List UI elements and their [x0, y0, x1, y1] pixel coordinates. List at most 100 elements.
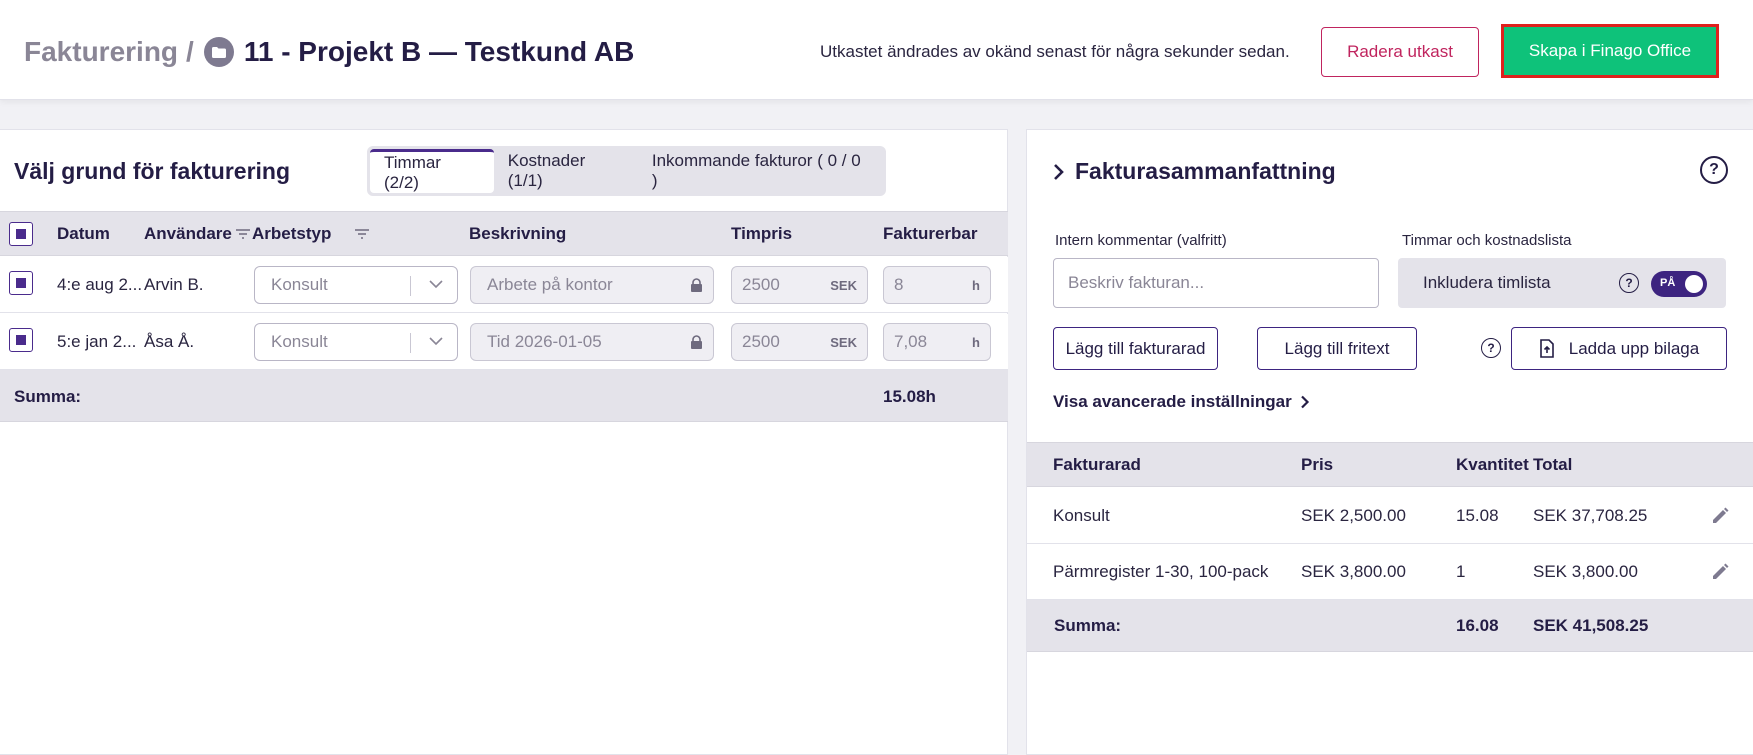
column-description[interactable]: Beskrivning — [469, 224, 566, 244]
column-invoice-row: Fakturarad — [1053, 455, 1141, 474]
column-total: Total — [1533, 455, 1573, 474]
breadcrumb-separator: / — [186, 36, 194, 67]
column-rate[interactable]: Timpris — [731, 224, 792, 244]
invoice-row-total: SEK 37,708.25 — [1533, 506, 1648, 525]
invoice-row-price: SEK 2,500.00 — [1301, 506, 1406, 525]
invoice-summary-header[interactable]: Fakturasammanfattning — [1053, 158, 1336, 185]
row-checkbox[interactable] — [9, 271, 33, 295]
create-in-finago-button[interactable]: Skapa i Finago Office — [1504, 27, 1716, 75]
invoice-row-price: SEK 3,800.00 — [1301, 562, 1406, 581]
include-timesheet-box: Inkludera timlista ? PÅ — [1398, 258, 1726, 308]
invoice-row-qty: 15.08 — [1456, 506, 1499, 525]
column-price: Pris — [1301, 455, 1334, 474]
help-icon[interactable]: ? — [1700, 156, 1728, 184]
list-label: Timmar och kostnadslista — [1402, 232, 1572, 249]
tab-costs[interactable]: Kostnader (1/1) — [494, 149, 638, 193]
upload-attachment-label: Ladda upp bilaga — [1568, 338, 1700, 358]
toggle-text: PÅ — [1660, 277, 1676, 289]
invoice-row-total: SEK 3,800.00 — [1533, 562, 1638, 581]
hours-sum-row: Summa: 15.08h — [0, 370, 1008, 422]
worktype-value: Konsult — [271, 275, 328, 294]
invoice-sum-qty: 16.08 — [1456, 616, 1499, 635]
filter-icon[interactable] — [354, 228, 370, 240]
row-date: 5:e jan 2... — [57, 332, 137, 351]
column-quantity: Kvantitet — [1456, 455, 1529, 474]
filter-icon[interactable] — [235, 228, 251, 240]
table-row: 5:e jan 2... Åsa Å. Konsult Tid 2026-01-… — [0, 314, 1008, 370]
billing-basis-title: Välj grund för fakturering — [14, 158, 291, 184]
row-checkbox[interactable] — [9, 328, 33, 352]
add-invoice-row-button[interactable]: Lägg till fakturarad — [1053, 327, 1218, 370]
billable-value: 8 — [894, 275, 904, 294]
sum-label: Summa: — [14, 387, 82, 406]
description-field[interactable]: Tid 2026-01-05 — [470, 323, 714, 361]
page-title: 11 - Projekt B — Testkund AB — [243, 36, 635, 67]
billable-field[interactable]: 7,08 h — [883, 323, 991, 361]
chevron-down-icon — [429, 337, 443, 346]
select-all-checkbox[interactable] — [9, 222, 33, 246]
invoice-sum-label: Summa: — [1054, 616, 1122, 635]
lock-icon — [691, 278, 702, 292]
description-value: Arbete på kontor — [487, 275, 613, 294]
sum-hours: 15.08h — [883, 387, 936, 406]
create-button-highlight: Skapa i Finago Office — [1501, 24, 1719, 78]
advanced-settings-link[interactable]: Visa avancerade inställningar — [1053, 392, 1310, 412]
invoice-sum-total: SEK 41,508.25 — [1533, 616, 1649, 635]
rate-field[interactable]: 2500 SEK — [731, 323, 868, 361]
comment-placeholder: Beskriv fakturan... — [1068, 273, 1205, 292]
invoice-row-name: Pärmregister 1-30, 100-pack — [1053, 562, 1269, 581]
toggle-knob — [1685, 275, 1703, 293]
row-date: 4:e aug 2... — [57, 275, 143, 294]
description-field[interactable]: Arbete på kontor — [470, 266, 714, 304]
column-worktype[interactable]: Arbetstyp — [252, 224, 331, 244]
help-icon[interactable]: ? — [1619, 273, 1639, 293]
worktype-value: Konsult — [271, 332, 328, 351]
tab-incoming-invoices[interactable]: Inkommande fakturor ( 0 / 0 ) — [638, 149, 883, 193]
pencil-icon[interactable] — [1710, 562, 1730, 582]
hours-table-header: Datum Användare Arbetstyp Beskrivning Ti… — [0, 211, 1008, 256]
table-row: Konsult SEK 2,500.00 15.08 SEK 37,708.25 — [1027, 488, 1753, 544]
delete-draft-button[interactable]: Radera utkast — [1321, 27, 1479, 77]
invoice-row-name: Konsult — [1053, 506, 1110, 525]
invoice-row-qty: 1 — [1456, 562, 1466, 581]
rate-value: 2500 — [742, 275, 780, 294]
column-date[interactable]: Datum — [57, 224, 110, 244]
advanced-settings-label: Visa avancerade inställningar — [1053, 392, 1292, 411]
chevron-right-icon — [1300, 395, 1309, 409]
worktype-select[interactable]: Konsult — [254, 323, 458, 361]
column-user[interactable]: Användare — [144, 224, 232, 244]
help-icon[interactable]: ? — [1481, 338, 1501, 358]
select-divider — [410, 276, 411, 296]
draft-status: Utkastet ändrades av okänd senast för nå… — [820, 42, 1290, 61]
billing-basis-panel: Välj grund för fakturering Timmar (2/2) … — [0, 129, 1008, 755]
table-row: 4:e aug 2... Arvin B. Konsult Arbete på … — [0, 257, 1008, 313]
lock-icon — [691, 335, 702, 349]
add-free-text-button[interactable]: Lägg till fritext — [1257, 327, 1417, 370]
folder-icon — [203, 37, 234, 67]
upload-attachment-button[interactable]: Ladda upp bilaga — [1511, 327, 1727, 370]
invoice-sum-row: Summa: 16.08 SEK 41,508.25 — [1027, 600, 1753, 652]
rate-unit: SEK — [830, 334, 857, 350]
page-header: Fakturering / 11 - Projekt B — Testkund … — [0, 0, 1753, 100]
row-user: Åsa Å. — [144, 332, 195, 351]
billable-unit: h — [972, 277, 980, 293]
column-billable[interactable]: Fakturerbar — [883, 224, 977, 244]
breadcrumb-root[interactable]: Fakturering — [24, 36, 178, 68]
worktype-select[interactable]: Konsult — [254, 266, 458, 304]
rate-unit: SEK — [830, 277, 857, 293]
invoice-summary-panel: Fakturasammanfattning ? Intern kommentar… — [1026, 129, 1753, 755]
rate-field[interactable]: 2500 SEK — [731, 266, 868, 304]
pencil-icon[interactable] — [1710, 506, 1730, 526]
row-user: Arvin B. — [144, 275, 204, 294]
basis-tabs: Timmar (2/2) Kostnader (1/1) Inkommande … — [367, 146, 886, 196]
billable-unit: h — [972, 334, 980, 350]
billable-field[interactable]: 8 h — [883, 266, 991, 304]
include-timesheet-toggle[interactable]: PÅ — [1651, 271, 1707, 297]
invoice-table-header: Fakturarad Pris Kvantitet Total — [1027, 442, 1753, 487]
file-upload-icon — [1539, 339, 1554, 358]
tab-hours[interactable]: Timmar (2/2) — [370, 149, 494, 193]
include-timesheet-label: Inkludera timlista — [1423, 273, 1551, 292]
comment-input[interactable]: Beskriv fakturan... — [1053, 258, 1379, 308]
breadcrumb: Fakturering / 11 - Projekt B — Testkund … — [24, 34, 634, 70]
table-row: Pärmregister 1-30, 100-pack SEK 3,800.00… — [1027, 544, 1753, 600]
